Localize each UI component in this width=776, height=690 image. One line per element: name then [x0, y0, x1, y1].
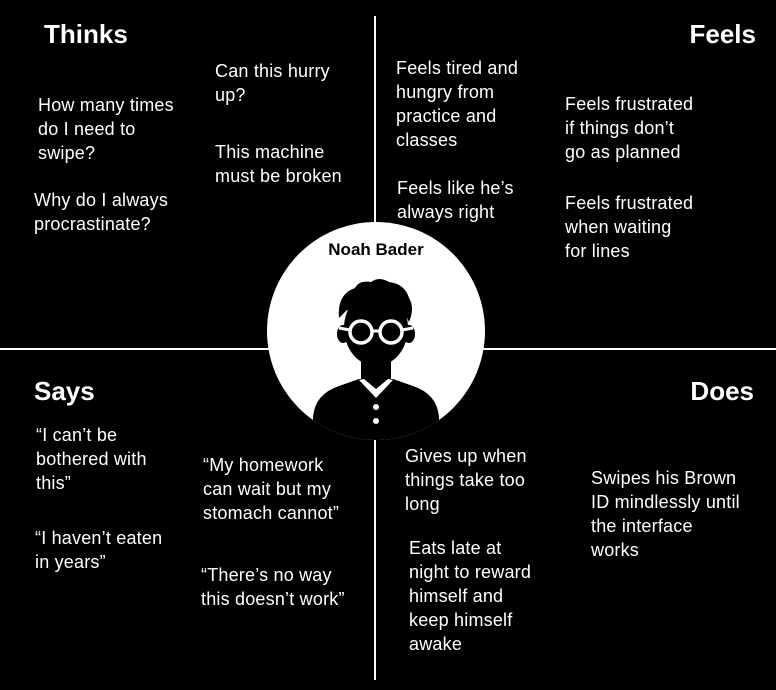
thinks-note: How many times do I need to swipe?: [38, 95, 174, 163]
feels-note: Feels frustrated if things don’t go as p…: [565, 94, 694, 162]
does-note: Gives up when things take too long: [405, 446, 527, 514]
thinks-heading: Thinks: [44, 19, 128, 49]
persona-circle: Noah Bader: [267, 222, 485, 440]
feels-note: Feels like he’s always right: [397, 178, 514, 222]
says-note: “There’s no way this doesn’t work”: [201, 565, 345, 609]
feels-note: Feels tired and hungry from practice and…: [396, 58, 519, 150]
does-note: Eats late at night to reward himself and…: [409, 538, 532, 654]
does-heading: Does: [690, 376, 754, 406]
does-note: Swipes his Brown ID mindlessly until the…: [591, 468, 740, 560]
thinks-note: This machine must be broken: [215, 142, 342, 186]
thinks-note: Why do I always procrastinate?: [34, 190, 169, 234]
feels-note: Feels frustrated when waiting for lines: [565, 193, 694, 261]
feels-heading: Feels: [689, 19, 757, 49]
says-note: “My homework can wait but my stomach can…: [203, 455, 340, 523]
thinks-note: Can this hurry up?: [215, 61, 330, 105]
person-with-glasses-icon: [313, 279, 439, 440]
says-note: “I haven’t eaten in years”: [35, 528, 163, 572]
says-note: “I can’t be bothered with this”: [36, 425, 147, 493]
says-heading: Says: [34, 376, 95, 406]
